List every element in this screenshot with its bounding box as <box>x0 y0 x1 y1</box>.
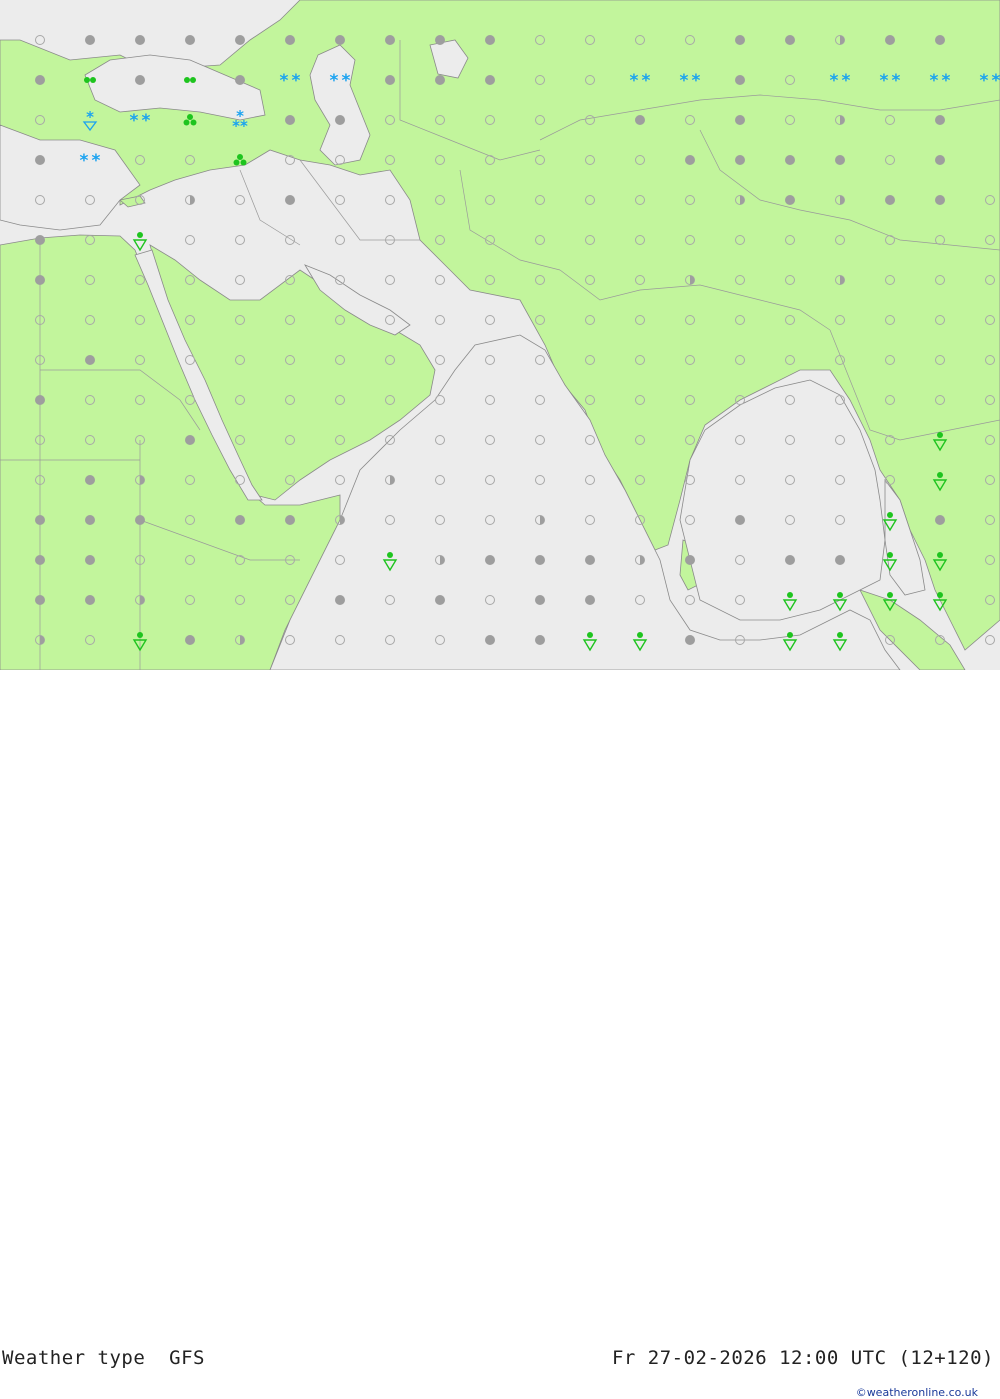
overcast-icon <box>235 75 245 85</box>
overcast-icon <box>85 35 95 45</box>
footer-bar: Weather type GFS Fr 27-02-2026 12:00 UTC… <box>0 670 1000 1399</box>
svg-text:*: * <box>930 71 939 91</box>
overcast-icon <box>35 395 45 405</box>
overcast-icon <box>285 515 295 525</box>
svg-text:*: * <box>330 71 339 91</box>
overcast-icon <box>735 35 745 45</box>
svg-text:*: * <box>292 71 301 91</box>
overcast-icon <box>185 35 195 45</box>
overcast-icon <box>35 275 45 285</box>
overcast-icon <box>835 155 845 165</box>
svg-text:*: * <box>642 71 651 91</box>
overcast-icon <box>435 35 445 45</box>
overcast-icon <box>185 635 195 645</box>
svg-text:*: * <box>892 71 901 91</box>
overcast-icon <box>785 555 795 565</box>
svg-text:*: * <box>80 151 89 171</box>
overcast-icon <box>685 155 695 165</box>
overcast-icon <box>885 195 895 205</box>
svg-text:*: * <box>86 108 94 126</box>
overcast-icon <box>935 35 945 45</box>
overcast-icon <box>735 515 745 525</box>
overcast-icon <box>85 355 95 365</box>
overcast-icon <box>285 195 295 205</box>
credit-link[interactable]: ©weatheronline.co.uk <box>856 1386 978 1399</box>
svg-text:*: * <box>92 151 101 171</box>
overcast-icon <box>185 435 195 445</box>
overcast-icon <box>85 595 95 605</box>
overcast-icon <box>585 555 595 565</box>
overcast-icon <box>135 35 145 45</box>
overcast-icon <box>735 75 745 85</box>
overcast-icon <box>285 115 295 125</box>
overcast-icon <box>135 515 145 525</box>
overcast-icon <box>785 155 795 165</box>
overcast-icon <box>285 35 295 45</box>
overcast-icon <box>485 635 495 645</box>
svg-text:*: * <box>942 71 951 91</box>
overcast-icon <box>785 195 795 205</box>
overcast-icon <box>935 515 945 525</box>
overcast-icon <box>735 155 745 165</box>
svg-text:*: * <box>130 111 139 131</box>
svg-text:*: * <box>142 111 151 131</box>
svg-text:*: * <box>692 71 701 91</box>
overcast-icon <box>485 555 495 565</box>
svg-text:*: * <box>980 71 989 91</box>
valid-time: Fr 27-02-2026 12:00 UTC (12+120) <box>611 1347 994 1369</box>
svg-text:*: * <box>280 71 289 91</box>
overcast-icon <box>35 595 45 605</box>
overcast-icon <box>685 635 695 645</box>
overcast-icon <box>935 195 945 205</box>
overcast-icon <box>385 75 395 85</box>
overcast-icon <box>385 35 395 45</box>
overcast-icon <box>335 35 345 45</box>
overcast-icon <box>35 75 45 85</box>
overcast-icon <box>85 515 95 525</box>
overcast-icon <box>485 75 495 85</box>
overcast-icon <box>435 595 445 605</box>
overcast-icon <box>735 115 745 125</box>
overcast-icon <box>535 555 545 565</box>
overcast-icon <box>35 235 45 245</box>
overcast-icon <box>85 475 95 485</box>
overcast-icon <box>235 35 245 45</box>
overcast-icon <box>935 115 945 125</box>
svg-text:*: * <box>992 71 1000 91</box>
overcast-icon <box>35 555 45 565</box>
svg-text:*: * <box>830 71 839 91</box>
overcast-icon <box>435 75 445 85</box>
overcast-icon <box>235 515 245 525</box>
overcast-icon <box>685 555 695 565</box>
overcast-icon <box>835 555 845 565</box>
overcast-icon <box>585 595 595 605</box>
overcast-icon <box>885 35 895 45</box>
weather-map[interactable]: * * * * * * * * * * * * * * * ** * * **** * <box>0 0 1000 670</box>
overcast-icon <box>935 155 945 165</box>
overcast-icon <box>135 75 145 85</box>
overcast-icon <box>35 155 45 165</box>
overcast-icon <box>85 555 95 565</box>
map-title: Weather type GFS <box>2 1347 205 1369</box>
svg-text:*: * <box>680 71 689 91</box>
overcast-icon <box>535 595 545 605</box>
svg-text:*: * <box>880 71 889 91</box>
svg-text:*: * <box>342 71 351 91</box>
svg-text:**: ** <box>232 117 248 135</box>
overcast-icon <box>635 115 645 125</box>
overcast-icon <box>535 635 545 645</box>
overcast-icon <box>335 595 345 605</box>
svg-text:*: * <box>842 71 851 91</box>
overcast-icon <box>335 115 345 125</box>
overcast-icon <box>35 515 45 525</box>
overcast-icon <box>785 35 795 45</box>
overcast-icon <box>485 35 495 45</box>
svg-text:*: * <box>630 71 639 91</box>
